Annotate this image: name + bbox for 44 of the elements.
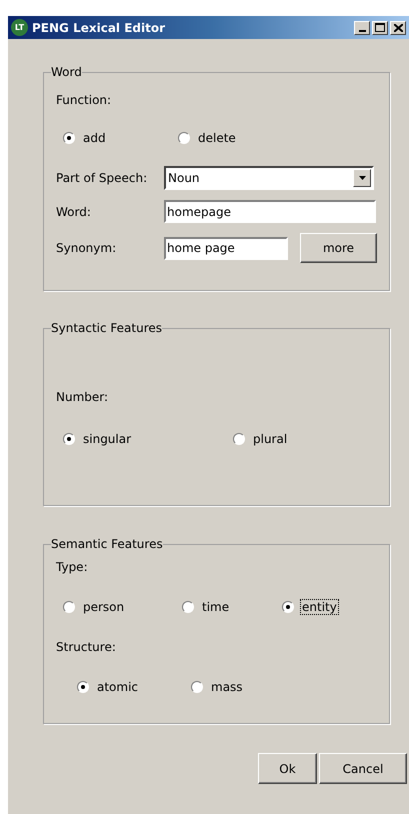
field-label: Function: bbox=[56, 93, 112, 107]
group-title: Semantic Features bbox=[51, 537, 163, 551]
radio-button[interactable] bbox=[63, 601, 75, 613]
close-icon bbox=[394, 24, 402, 32]
radio-button[interactable] bbox=[77, 681, 89, 693]
radio-option[interactable]: entity bbox=[282, 599, 362, 615]
dropdown-button[interactable] bbox=[353, 169, 371, 187]
radio-button[interactable] bbox=[63, 132, 75, 144]
field-label: Structure: bbox=[56, 640, 117, 654]
radio-option[interactable]: atomic bbox=[77, 679, 191, 695]
minimize-icon bbox=[358, 30, 366, 32]
radio-button[interactable] bbox=[282, 601, 294, 613]
dropdown[interactable]: Noun bbox=[164, 166, 374, 190]
dialog-button[interactable]: Ok bbox=[258, 753, 317, 784]
app-logo: LT bbox=[11, 19, 28, 36]
more-button[interactable]: more bbox=[300, 233, 377, 263]
radio-option[interactable]: plural bbox=[233, 431, 333, 447]
field-label: Synonym: bbox=[56, 241, 118, 255]
input-field[interactable]: home page bbox=[164, 236, 288, 260]
close-button[interactable] bbox=[390, 20, 406, 34]
radio-button[interactable] bbox=[182, 601, 194, 613]
maximize-icon bbox=[375, 23, 385, 32]
radio-option[interactable]: time bbox=[182, 599, 282, 615]
maximize-button[interactable] bbox=[372, 20, 388, 34]
radio-button[interactable] bbox=[63, 433, 75, 445]
group-title: Syntactic Features bbox=[51, 321, 162, 335]
radio-button[interactable] bbox=[178, 132, 190, 144]
radio-option[interactable]: person bbox=[63, 599, 182, 615]
input-field[interactable]: homepage bbox=[164, 200, 376, 223]
dialog-button[interactable]: Cancel bbox=[319, 753, 407, 784]
radio-option[interactable]: singular bbox=[63, 431, 233, 447]
caret-icon bbox=[358, 176, 366, 180]
field-label: Type: bbox=[56, 560, 89, 574]
window-title: PENG Lexical Editor bbox=[32, 20, 166, 34]
field-label: Word: bbox=[56, 204, 92, 218]
group-title: Word bbox=[51, 65, 82, 79]
radio-option[interactable]: mass bbox=[191, 679, 291, 695]
radio-button[interactable] bbox=[233, 433, 245, 445]
radio-button[interactable] bbox=[191, 681, 203, 693]
field-label: Part of Speech: bbox=[56, 171, 148, 185]
radio-option[interactable]: add bbox=[63, 130, 178, 146]
field-label: Number: bbox=[56, 390, 110, 404]
radio-option[interactable]: delete bbox=[178, 130, 288, 146]
minimize-button[interactable] bbox=[354, 20, 370, 34]
